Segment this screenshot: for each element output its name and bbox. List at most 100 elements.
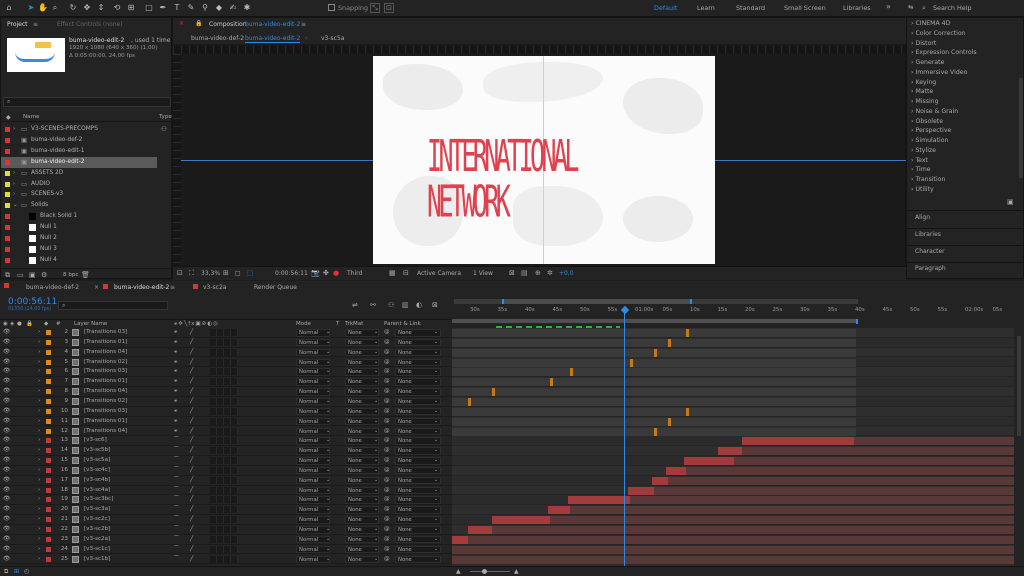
layer-label-color[interactable] [46, 487, 51, 493]
label-color[interactable] [5, 257, 10, 263]
chevron-right-icon[interactable]: › [38, 515, 40, 525]
eye-icon[interactable]: 👁 [3, 505, 10, 515]
eye-icon[interactable]: 👁 [3, 377, 10, 387]
pan-tool-icon[interactable]: ✥ [82, 3, 92, 13]
effect-category[interactable]: › Color Correction [911, 30, 966, 37]
effect-category[interactable]: › CINEMA 4D [911, 20, 950, 27]
pick-whip-icon[interactable]: @ [384, 338, 390, 348]
shy-switch-icon[interactable]: ⁀ [174, 515, 179, 525]
reset-exposure-icon[interactable]: ✲ [547, 269, 553, 277]
chevron-right-icon[interactable]: › [38, 545, 40, 555]
quality-switch-icon[interactable]: ╱ [190, 456, 193, 466]
layer-name[interactable]: [Transitions 02] [84, 397, 127, 407]
project-search-input[interactable]: ⌕ [3, 97, 171, 107]
chevron-right-icon[interactable]: › [38, 535, 40, 545]
layer-switches[interactable] [210, 427, 238, 435]
layer-switches[interactable] [210, 516, 238, 524]
label-color[interactable] [5, 137, 10, 143]
layer-switches[interactable] [210, 437, 238, 445]
zoom-tool-icon[interactable]: ⌕ [50, 3, 60, 13]
pick-whip-icon[interactable]: @ [384, 486, 390, 496]
eye-icon[interactable]: 👁 [3, 535, 10, 545]
panel-menu-icon[interactable]: ≡ [301, 21, 306, 28]
layer-row[interactable]: 👁 › 2 [Transitions 03] ⚹ ╱ Normal ⌄ None ⌄ @ None ⌄ [0, 328, 452, 338]
eye-icon[interactable]: 👁 [3, 515, 10, 525]
eye-icon[interactable]: 👁 [3, 446, 10, 456]
workspace-overflow[interactable]: » [886, 2, 891, 11]
eye-icon[interactable]: 👁 [3, 367, 10, 377]
layer-label-color[interactable] [46, 359, 51, 365]
layer-label-color[interactable] [46, 477, 51, 483]
eye-icon[interactable]: 👁 [3, 348, 10, 358]
chevron-right-icon[interactable]: › [38, 397, 40, 407]
delete-icon[interactable]: 🗑 [81, 271, 90, 279]
transition-keyframe[interactable] [550, 378, 553, 387]
layer-switches[interactable] [210, 388, 238, 396]
label-color[interactable] [5, 127, 10, 132]
layer-label-color[interactable] [46, 330, 51, 335]
type-tool-icon[interactable]: T [172, 3, 182, 13]
label-color[interactable] [5, 246, 10, 252]
flowchart-icon[interactable]: ⊕ [535, 269, 541, 277]
layer-duration-bar[interactable] [718, 447, 1014, 456]
layer-name[interactable]: [v3-sc2a] [84, 535, 110, 545]
layer-row[interactable]: 👁 › 22 [v3-sc2b] ⁀ ╱ Normal ⌄ None ⌄ @ None ⌄ [0, 525, 452, 535]
shy-switch-icon[interactable]: ⚹ [174, 407, 177, 417]
effect-category[interactable]: › Immersive Video [911, 69, 967, 76]
layer-switches[interactable] [210, 555, 238, 563]
layer-label-color[interactable] [46, 556, 51, 562]
layer-row[interactable]: 👁 › 17 [v3-sc4b] ⁀ ╱ Normal ⌄ None ⌄ @ None ⌄ [0, 476, 452, 486]
quality-switch-icon[interactable]: ╱ [190, 515, 193, 525]
layer-label-color[interactable] [46, 418, 51, 424]
brush-tool-icon[interactable]: ✎ [186, 3, 196, 13]
sync-icon[interactable]: ⇆ [908, 3, 913, 11]
eye-icon[interactable]: 👁 [3, 427, 10, 437]
layer-active-bar[interactable] [628, 486, 654, 495]
layer-switches[interactable] [210, 457, 238, 465]
project-tab[interactable]: Project [7, 21, 28, 28]
timeline-tab-sc2a[interactable]: v3-sc2a [203, 284, 226, 291]
quality-switch-icon[interactable]: ╱ [190, 495, 193, 505]
shy-switch-icon[interactable]: ⚹ [174, 328, 177, 338]
layer-label-color[interactable] [46, 389, 51, 395]
layer-switches[interactable] [210, 358, 238, 366]
effect-category[interactable]: › Perspective [911, 127, 951, 134]
layer-name[interactable]: [v3-sc4a] [84, 486, 110, 496]
pick-whip-icon[interactable]: @ [384, 495, 390, 505]
quality-switch-icon[interactable]: ╱ [190, 427, 193, 437]
transition-keyframe[interactable] [492, 388, 495, 397]
blend-mode-dropdown[interactable]: Normal [296, 486, 330, 495]
vertical-ruler[interactable] [173, 54, 181, 266]
quality-switch-icon[interactable]: ╱ [190, 505, 193, 515]
workspace-standard[interactable]: Standard [736, 4, 765, 12]
chevron-right-icon[interactable]: › [38, 505, 40, 515]
motion-blur-icon[interactable]: ◐ [416, 301, 422, 309]
quality-switch-icon[interactable]: ╱ [190, 525, 193, 535]
quality-switch-icon[interactable]: ╱ [190, 486, 193, 496]
layer-label-color[interactable] [46, 398, 51, 404]
timeline-icon[interactable]: ▤ [521, 269, 528, 277]
chevron-right-icon[interactable]: › [38, 466, 40, 476]
blend-mode-dropdown[interactable]: Normal [296, 417, 330, 426]
blend-mode-dropdown[interactable]: Normal [296, 555, 330, 564]
eraser-tool-icon[interactable]: ◆ [214, 3, 224, 13]
layer-switches[interactable] [210, 407, 238, 415]
blend-mode-dropdown[interactable]: Normal [296, 447, 330, 455]
layer-switches[interactable] [210, 526, 238, 533]
puppet-tool-icon[interactable]: ✱ [242, 3, 252, 13]
eye-icon[interactable]: 👁 [3, 328, 10, 338]
blend-mode-dropdown[interactable]: Normal [296, 329, 330, 337]
parent-header[interactable]: Parent & Link [384, 321, 421, 327]
layer-switches[interactable] [210, 329, 238, 336]
layer-label-color[interactable] [46, 379, 51, 385]
align-section[interactable]: Align [915, 214, 930, 221]
dolly-tool-icon[interactable]: ⇕ [96, 3, 106, 13]
chevron-right-icon[interactable]: › [38, 476, 40, 486]
blend-mode-dropdown[interactable]: Normal [296, 545, 330, 554]
layer-duration-bar[interactable] [452, 397, 856, 406]
layer-name[interactable]: [Transitions 04] [84, 427, 127, 437]
layer-row[interactable]: 👁 › 23 [v3-sc2a] ⁀ ╱ Normal ⌄ None ⌄ @ None ⌄ [0, 535, 452, 545]
color-channel-icon[interactable]: ✤ [323, 269, 329, 277]
timeline-zoom-handle[interactable] [482, 569, 487, 574]
search-icon[interactable]: ⌕ [922, 4, 926, 13]
